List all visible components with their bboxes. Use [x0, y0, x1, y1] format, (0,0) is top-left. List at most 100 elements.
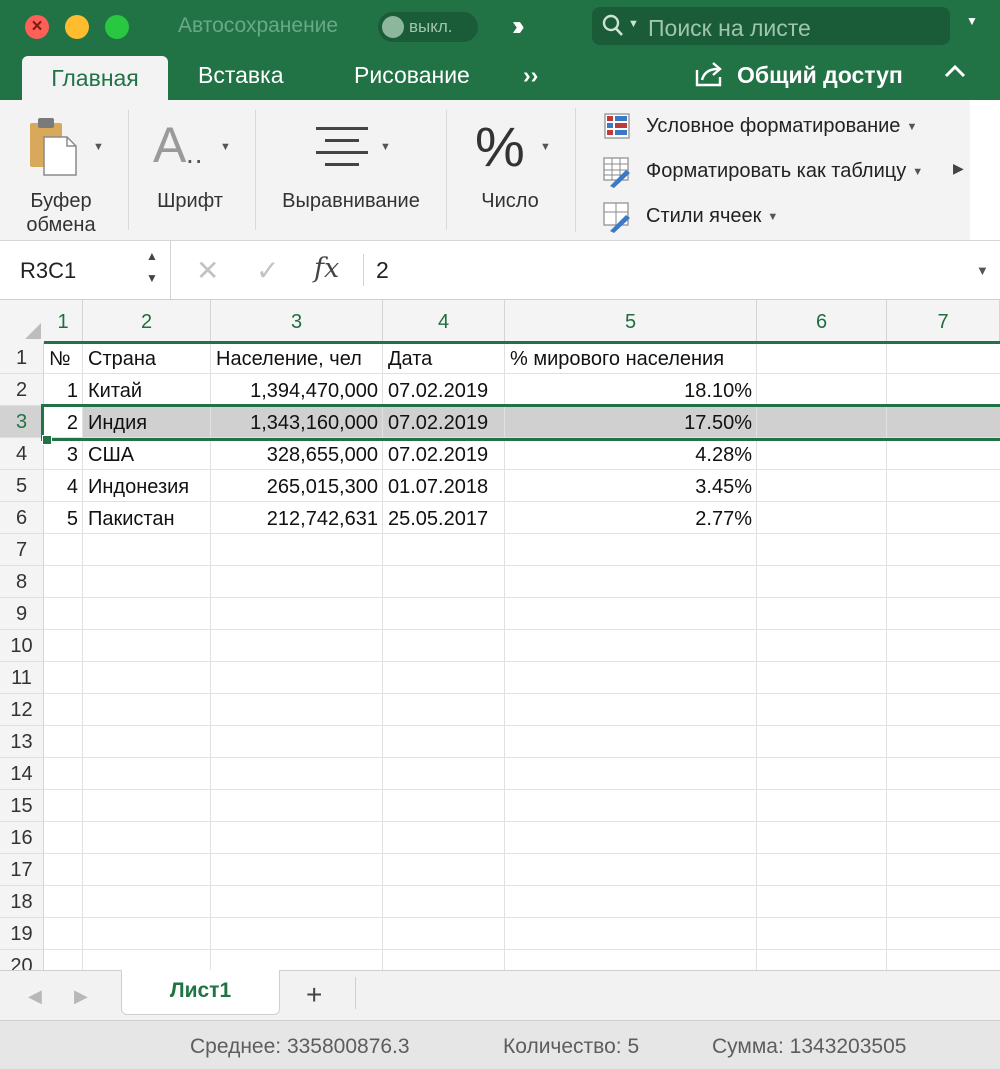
sheet-tab-list1[interactable]: Лист1 — [121, 970, 280, 1015]
row-header[interactable]: 11 — [0, 662, 44, 694]
clipboard-group[interactable]: ▼ Буфер обмена — [0, 100, 128, 240]
cell[interactable]: Население, чел — [216, 343, 378, 375]
format-as-table-label: Форматировать как таблицу — [646, 160, 907, 182]
tab-home[interactable]: Главная — [22, 56, 168, 100]
expand-formula-icon[interactable]: ▼ — [976, 263, 989, 278]
cell[interactable]: Страна — [88, 343, 206, 375]
row-header[interactable]: 9 — [0, 598, 44, 630]
name-box-down-icon[interactable]: ▼ — [146, 271, 158, 285]
row-header[interactable]: 2 — [0, 374, 44, 406]
row-header[interactable]: 16 — [0, 822, 44, 854]
row-header[interactable]: 20 — [0, 950, 44, 970]
cell[interactable]: № — [49, 343, 78, 375]
cell[interactable]: Индонезия — [88, 471, 206, 503]
cell[interactable]: 1,394,470,000 — [216, 375, 378, 407]
selection-border-top — [44, 404, 1000, 407]
cell[interactable]: 07.02.2019 — [388, 375, 500, 407]
cell[interactable]: 07.02.2019 — [388, 407, 500, 439]
share-button[interactable]: Общий доступ — [737, 62, 903, 89]
cell[interactable]: Дата — [388, 343, 500, 375]
cell[interactable]: Индия — [88, 407, 206, 439]
search-options-icon[interactable]: ▼ — [628, 18, 639, 30]
cell[interactable]: 17.50% — [510, 407, 752, 439]
row-header[interactable]: 15 — [0, 790, 44, 822]
spreadsheet-grid[interactable]: 1234567 1 2 3 4 5 6 7 8 9 10 11 12 13 14 15 16 17 18 19 20 … — [0, 300, 1000, 970]
name-box[interactable]: R3C1 ▲ ▼ — [0, 241, 171, 299]
row-header[interactable]: 10 — [0, 630, 44, 662]
row-header[interactable]: 13 — [0, 726, 44, 758]
cell[interactable]: % мирового населения — [510, 343, 752, 375]
cell[interactable]: 1 — [49, 375, 78, 407]
row-header[interactable]: 4 — [0, 438, 44, 470]
number-dropdown-icon[interactable]: ▼ — [540, 141, 551, 153]
cell[interactable]: 3.45% — [510, 471, 752, 503]
cancel-edit-icon[interactable]: ✕ — [196, 254, 219, 287]
column-header[interactable]: 6 — [757, 300, 887, 342]
row-header[interactable]: 12 — [0, 694, 44, 726]
row-header[interactable]: 18 — [0, 886, 44, 918]
cell[interactable]: 2 — [49, 407, 78, 439]
ribbon-more-icon[interactable]: ▶ — [953, 160, 964, 177]
column-header[interactable]: 4 — [383, 300, 505, 342]
cell[interactable]: 25.05.2017 — [388, 503, 500, 535]
insert-function-icon[interactable]: fx — [314, 253, 339, 284]
cell[interactable]: 212,742,631 — [216, 503, 378, 535]
close-window-button[interactable]: × — [25, 15, 49, 39]
clipboard-dropdown-icon[interactable]: ▼ — [93, 141, 104, 153]
cell[interactable]: 4 — [49, 471, 78, 503]
tabs-more-icon[interactable]: ›› — [523, 62, 538, 89]
minimize-window-button[interactable] — [65, 15, 89, 39]
add-sheet-button[interactable]: + — [306, 979, 322, 1011]
cell[interactable]: 18.10% — [510, 375, 752, 407]
maximize-window-button[interactable] — [105, 15, 129, 39]
row-header[interactable]: 17 — [0, 854, 44, 886]
alignment-group[interactable]: ▼ Выравнивание — [256, 100, 446, 240]
autosave-toggle[interactable]: выкл. — [378, 12, 478, 42]
tab-draw[interactable]: Рисование — [354, 62, 470, 89]
row-header[interactable]: 14 — [0, 758, 44, 790]
column-header[interactable]: 5 — [505, 300, 757, 342]
cell[interactable]: 4.28% — [510, 439, 752, 471]
search-box[interactable]: ▼ Поиск на листе — [592, 7, 950, 45]
fill-handle[interactable] — [42, 435, 52, 445]
font-dropdown-icon[interactable]: ▼ — [220, 141, 231, 153]
search-placeholder: Поиск на листе — [648, 15, 811, 41]
column-header[interactable]: 7 — [887, 300, 1000, 342]
more-commands-icon[interactable]: ›› — [512, 10, 524, 42]
cell[interactable]: Пакистан — [88, 503, 206, 535]
row-header[interactable]: 3 — [0, 406, 44, 438]
row-header[interactable]: 1 — [0, 342, 44, 374]
number-group[interactable]: % ▼ Число — [447, 100, 572, 240]
confirm-edit-icon[interactable]: ✓ — [256, 254, 279, 287]
cell[interactable]: 3 — [49, 439, 78, 471]
cell[interactable]: 1,343,160,000 — [216, 407, 378, 439]
cell[interactable]: 2.77% — [510, 503, 752, 535]
formula-input[interactable]: 2 — [376, 257, 389, 284]
window-arrow-icon[interactable]: ▼ — [966, 14, 978, 28]
next-sheet-icon[interactable]: ▶ — [74, 986, 88, 1007]
row-header[interactable]: 8 — [0, 566, 44, 598]
cell[interactable]: 5 — [49, 503, 78, 535]
collapse-ribbon-icon[interactable] — [943, 58, 967, 86]
row-header[interactable]: 19 — [0, 918, 44, 950]
row-header[interactable]: 7 — [0, 534, 44, 566]
column-header[interactable]: 2 — [83, 300, 211, 342]
cell[interactable]: США — [88, 439, 206, 471]
row-header[interactable]: 6 — [0, 502, 44, 534]
cell[interactable]: 07.02.2019 — [388, 439, 500, 471]
alignment-dropdown-icon[interactable]: ▼ — [380, 141, 391, 153]
cell[interactable]: 265,015,300 — [216, 471, 378, 503]
column-header[interactable]: 1 — [44, 300, 83, 342]
cell[interactable]: 328,655,000 — [216, 439, 378, 471]
tab-insert[interactable]: Вставка — [198, 62, 284, 89]
cell[interactable]: Китай — [88, 375, 206, 407]
cell[interactable]: 01.07.2018 — [388, 471, 500, 503]
column-header[interactable]: 3 — [211, 300, 383, 342]
font-group[interactable]: A .. ▼ Шрифт — [129, 100, 254, 240]
name-box-up-icon[interactable]: ▲ — [146, 249, 158, 263]
ribbon-divider — [575, 108, 576, 232]
share-icon[interactable] — [694, 60, 726, 88]
select-all-corner[interactable] — [0, 300, 45, 343]
row-header[interactable]: 5 — [0, 470, 44, 502]
previous-sheet-icon[interactable]: ◀ — [28, 986, 42, 1007]
